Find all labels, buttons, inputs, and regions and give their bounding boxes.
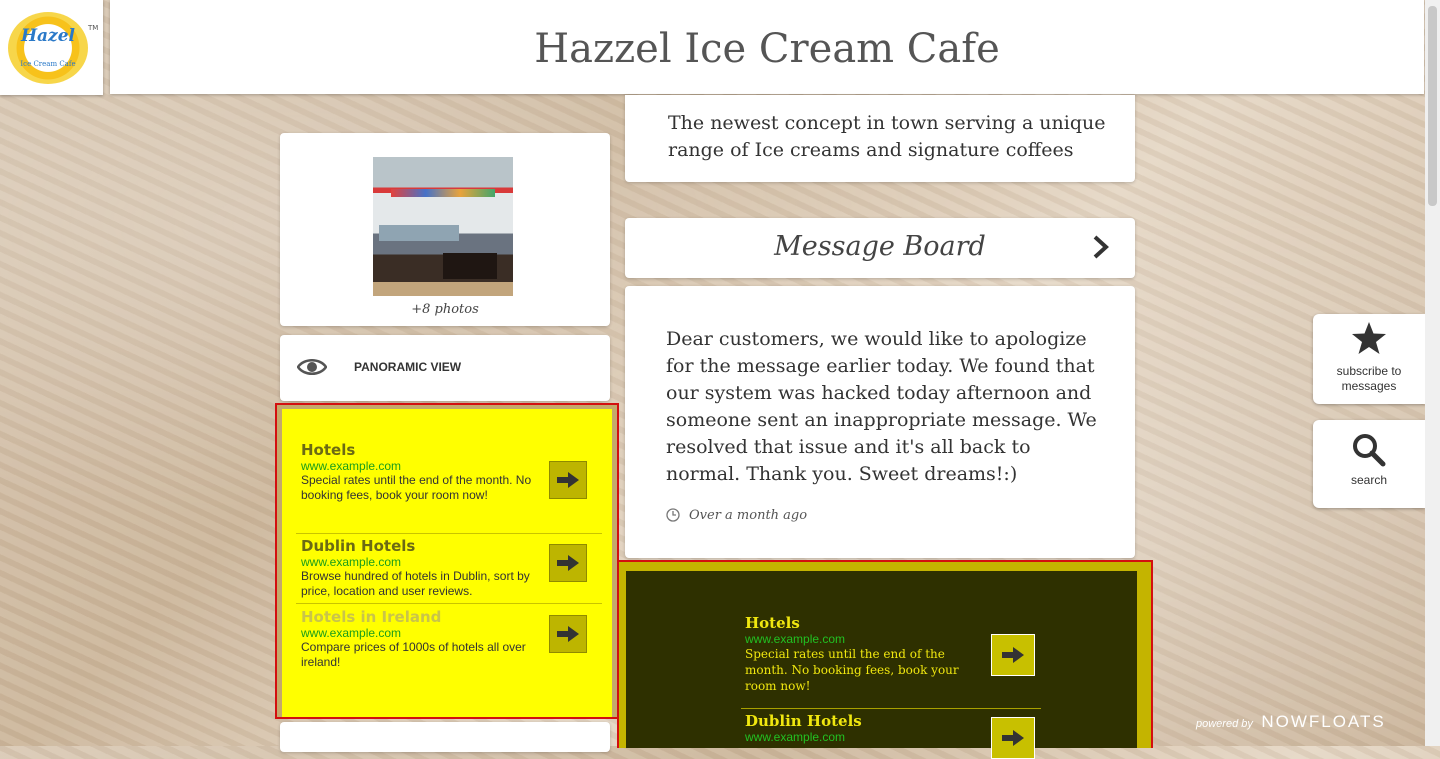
subscribe-label: subscribe to messages [1336,364,1402,393]
search-label: search [1350,473,1388,487]
eye-icon [297,359,327,375]
ad-description: Compare prices of 1000s of hotels all ov… [301,640,526,669]
search-icon [1353,434,1386,467]
message-timestamp: Over a month ago [689,508,808,523]
ad-arrow-button[interactable] [549,615,587,653]
logo-badge: Hazel Ice Cream Cafe [8,12,88,84]
page-scrollbar[interactable] [1425,0,1440,746]
ad-block-left-inner: Hotels www.example.com Special rates unt… [282,409,612,717]
ad-arrow-button[interactable] [991,717,1035,759]
chevron-right-icon[interactable] [1091,234,1111,260]
arrow-right-icon [1002,647,1024,663]
logo[interactable]: Hazel Ice Cream Cafe TM [0,0,103,95]
ad-divider [296,533,602,534]
star-icon [1352,322,1386,354]
next-card [280,722,610,752]
ad-block-bottom: Hotels www.example.com Special rates unt… [617,560,1153,759]
nowfloats-logo: NOWFLOATS [1261,712,1386,731]
business-description: The newest concept in town serving a uni… [668,112,1106,161]
ad-block-left: Hotels www.example.com Special rates unt… [275,403,619,719]
ad-title[interactable]: Hotels [301,441,599,459]
search-button[interactable]: search [1313,420,1425,508]
photo-gallery-card[interactable]: +8 photos [280,133,610,326]
ad-item[interactable]: Hotels www.example.com Special rates unt… [745,614,975,694]
page-title: Hazzel Ice Cream Cafe [534,26,1000,72]
ad-description: Browse hundred of hotels in Dublin, sort… [301,569,530,598]
ad-url[interactable]: www.example.com [745,730,975,744]
message-card[interactable]: Dear customers, we would like to apologi… [625,286,1135,558]
ad-divider [741,708,1041,709]
logo-text: Hazel [20,26,75,46]
message-board-header[interactable]: Message Board [625,218,1135,278]
scrollbar-thumb[interactable] [1428,6,1437,206]
powered-by-text: powered by [1196,718,1253,730]
panoramic-view-label: PANORAMIC VIEW [354,360,462,374]
header-bar: Hazzel Ice Cream Cafe [110,0,1424,94]
arrow-right-icon [557,472,579,488]
ad-title[interactable]: Hotels [745,614,975,632]
photo-count-link[interactable]: +8 photos [280,302,610,317]
ad-arrow-button[interactable] [549,461,587,499]
logo-subtext: Ice Cream Cafe [20,60,76,68]
ad-item[interactable]: Dublin Hotels www.example.com [745,712,975,744]
arrow-right-icon [1002,730,1024,746]
arrow-right-icon [557,555,579,571]
description-card: The newest concept in town serving a uni… [625,95,1135,182]
panoramic-view-button[interactable]: PANORAMIC VIEW [280,335,610,401]
ad-title[interactable]: Dublin Hotels [745,712,975,730]
ad-description: Special rates until the end of the month… [301,473,532,502]
message-text: Dear customers, we would like to apologi… [666,328,1097,485]
ad-description: Special rates until the end of the month… [745,647,959,693]
ad-divider [296,603,602,604]
arrow-right-icon [557,626,579,642]
message-board-title: Message Board [774,231,986,262]
ad-block-bottom-inner: Hotels www.example.com Special rates unt… [626,571,1137,759]
powered-by-nowfloats[interactable]: powered by NOWFLOATS [1196,712,1386,732]
clock-icon [666,508,680,522]
cafe-photo[interactable] [373,157,513,296]
logo-trademark: TM [88,24,99,32]
ad-arrow-button[interactable] [991,634,1035,676]
subscribe-button[interactable]: subscribe to messages [1313,314,1425,404]
ad-arrow-button[interactable] [549,544,587,582]
ad-url[interactable]: www.example.com [745,632,975,646]
